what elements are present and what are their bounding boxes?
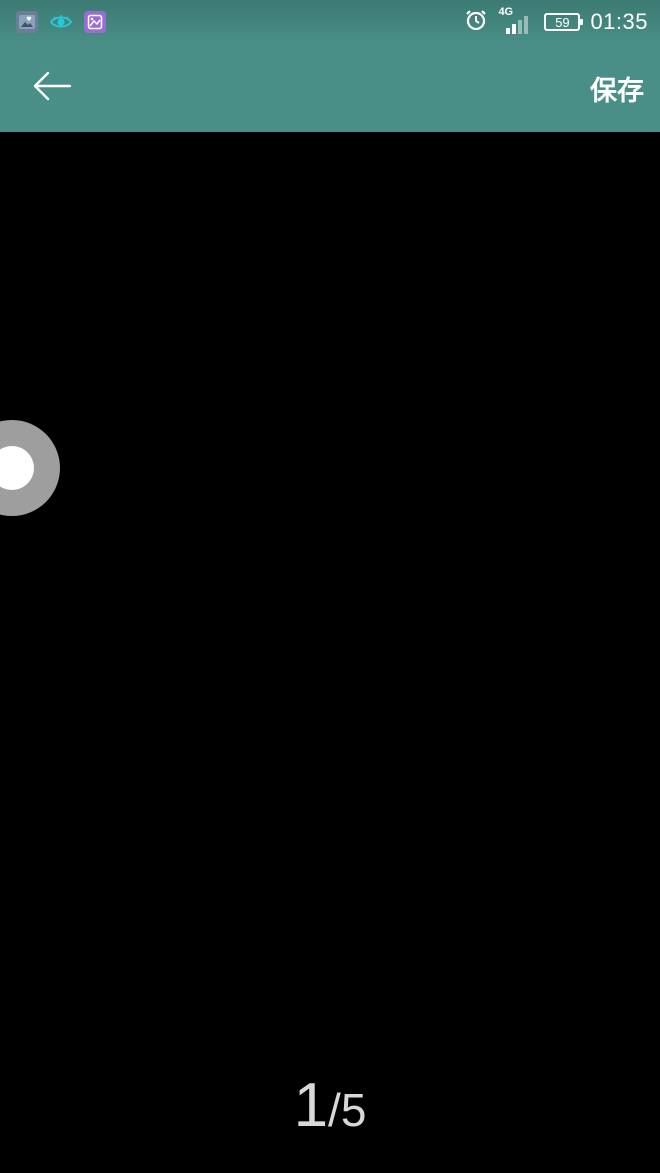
- page-indicator: 1/5: [0, 1070, 660, 1141]
- assistive-touch-ball-center: [0, 446, 34, 490]
- battery-indicator: 59: [544, 13, 584, 31]
- alarm-clock-icon: [464, 8, 488, 36]
- back-button[interactable]: [22, 64, 82, 112]
- status-bar: 4G 59 01:35: [0, 0, 660, 44]
- battery-level: 59: [555, 14, 570, 30]
- system-indicators: 4G 59 01:35: [464, 6, 648, 36]
- total-page-count: 5: [340, 1084, 367, 1136]
- save-button[interactable]: 保存: [590, 66, 644, 110]
- page-separator: /: [328, 1084, 341, 1136]
- image-viewer-area[interactable]: [0, 132, 660, 1173]
- eye-notification-icon: [50, 11, 72, 33]
- gallery-notification-icon: [16, 11, 38, 33]
- notification-icons: [16, 11, 106, 33]
- current-page-number: 1: [293, 1071, 329, 1140]
- signal-bars-icon: [506, 16, 529, 34]
- cellular-signal: 4G: [498, 6, 534, 36]
- status-time: 01:35: [590, 9, 648, 34]
- photo-notification-icon: [84, 11, 106, 33]
- app-bar: 保存: [0, 44, 660, 132]
- image-viewer-screen: 4G 59 01:35 保存 1/5: [0, 0, 660, 1173]
- arrow-left-icon: [32, 70, 72, 106]
- assistive-touch-ball[interactable]: [0, 420, 60, 516]
